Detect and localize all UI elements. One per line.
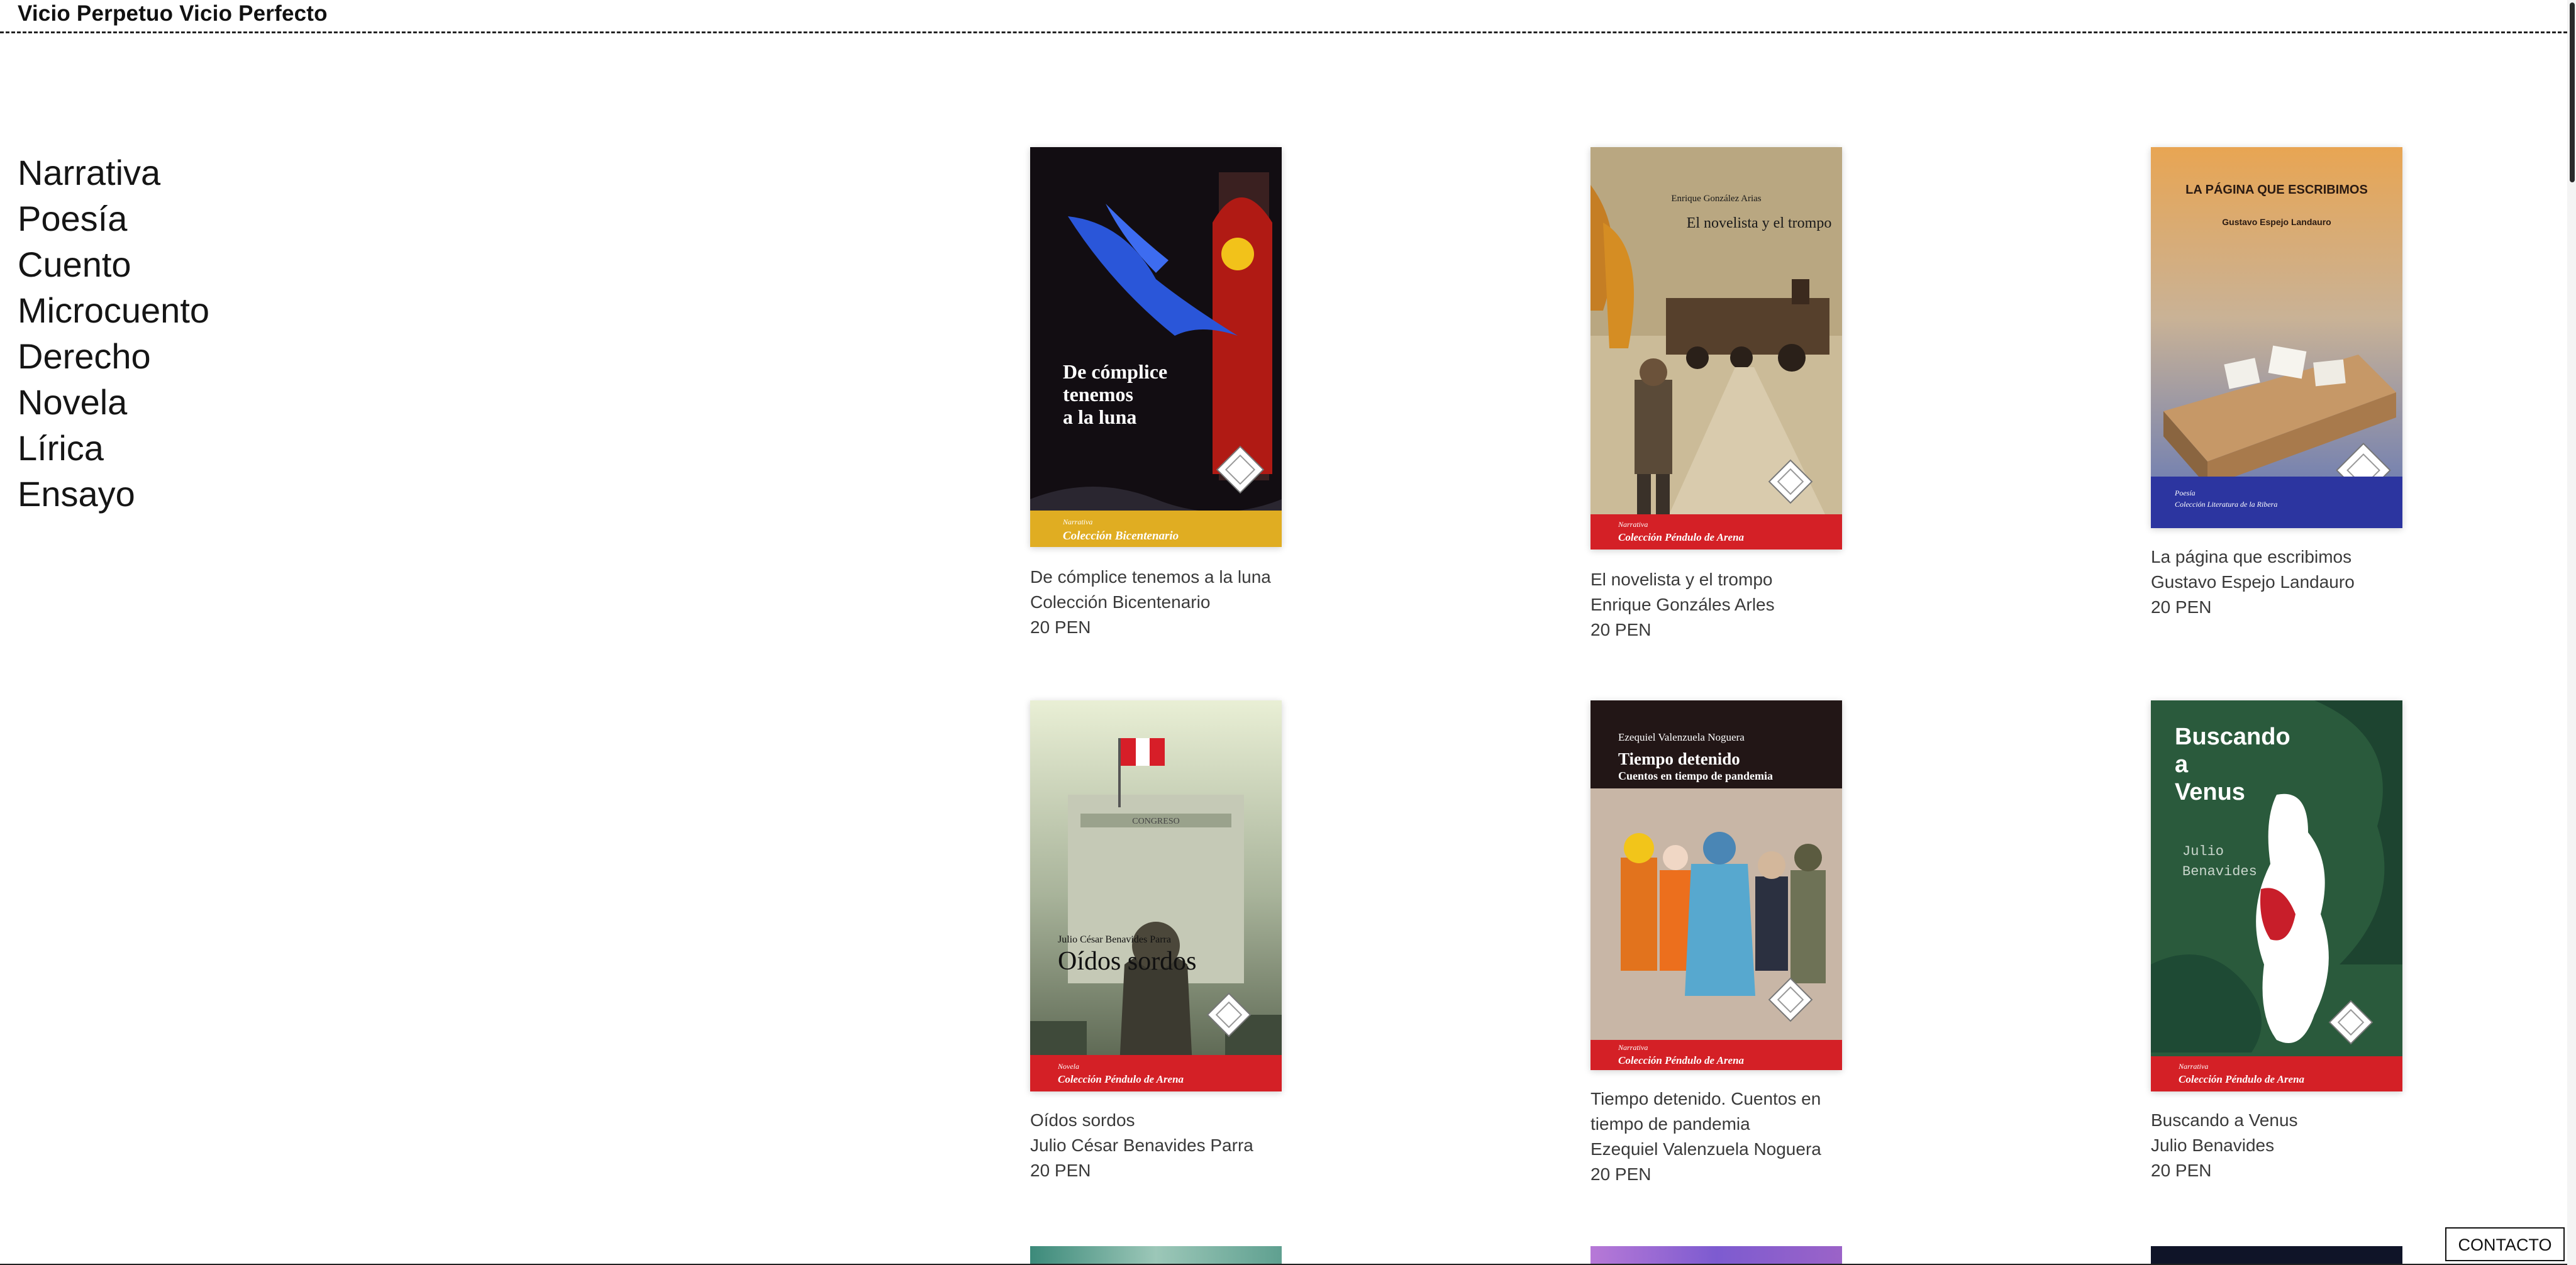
product-price: 20 PEN [1591, 1164, 1652, 1184]
cover-title-text: El novelista y el trompo [1687, 215, 1832, 231]
cover-author-text: Julio César Benavides Parra [1058, 934, 1171, 945]
cover-title-text: tenemos [1063, 383, 1133, 406]
product-price: 20 PEN [2151, 1161, 2212, 1180]
product-price: 20 PEN [1030, 1161, 1091, 1180]
category-poesia[interactable]: Poesía [18, 196, 209, 241]
product-price: 20 PEN [1030, 617, 1091, 637]
category-derecho[interactable]: Derecho [18, 333, 209, 379]
category-ensayo[interactable]: Ensayo [18, 471, 209, 517]
product-title[interactable]: La página que escribimos [2151, 544, 2415, 570]
cover-band-collection: Colección Péndulo de Arena [1618, 1054, 1745, 1066]
book-cover-image[interactable]: Enrique González Arias El novelista y el… [1591, 147, 1842, 550]
product-card[interactable]: Buscando a Venus Julio Benavides Narrati… [2151, 700, 2415, 1191]
cover-band-collection: Colección Péndulo de Arena [1618, 531, 1745, 543]
product-title[interactable]: El novelista y el trompo [1591, 567, 1855, 592]
cover-title-text: Venus [2175, 779, 2245, 805]
product-info: El novelista y el trompo Enrique Gonzále… [1591, 567, 1855, 643]
product-subtitle: Colección Bicentenario [1030, 592, 1211, 612]
cover-title-text: Oídos sordos [1058, 947, 1197, 976]
cover-band-genre: Novela [1057, 1062, 1079, 1071]
product-subtitle: Julio César Benavides Parra [1030, 1135, 1253, 1155]
cover-title-text: De cómplice [1063, 360, 1167, 383]
product-card[interactable]: Ezequiel Valenzuela Noguera Tiempo deten… [1591, 700, 1855, 1191]
product-subtitle: Enrique Gonzáles Arles [1591, 595, 1775, 614]
cover-band-genre: Narrativa [1618, 520, 1648, 529]
cover-band-collection: Colección Péndulo de Arena [1058, 1073, 1184, 1085]
cover-author-text: Ezequiel Valenzuela Noguera [1618, 731, 1745, 743]
cover-author-text: Gustavo Espejo Landauro [2222, 217, 2331, 227]
scrollbar[interactable] [2567, 0, 2576, 1265]
product-card[interactable]: Enrique González Arias El novelista y el… [1591, 147, 1855, 644]
contact-button[interactable]: CONTACTO [2445, 1227, 2565, 1261]
cover-title-text: Tiempo detenido [1618, 749, 1740, 768]
site-title-link[interactable]: Vicio Perpetuo Vicio Perfecto [18, 1, 328, 26]
category-novela[interactable]: Novela [18, 379, 209, 425]
book-cover-image[interactable]: Ezequiel Valenzuela Noguera Tiempo deten… [1591, 700, 1842, 1070]
product-info: De cómplice tenemos a la luna Colección … [1030, 565, 1294, 640]
scrollbar-thumb[interactable] [2570, 3, 2575, 182]
product-title[interactable]: De cómplice tenemos a la luna [1030, 565, 1294, 590]
product-subtitle: Gustavo Espejo Landauro [2151, 572, 2355, 592]
cover-band-genre: Poesía [2174, 489, 2196, 497]
category-cuento[interactable]: Cuento [18, 241, 209, 287]
category-menu: Narrativa Poesía Cuento Microcuento Dere… [18, 150, 209, 517]
cover-sign-text: CONGRESO [1132, 817, 1179, 826]
category-microcuento[interactable]: Microcuento [18, 287, 209, 333]
book-cover-image[interactable] [2151, 1246, 2402, 1265]
product-card[interactable]: LA PÁGINA QUE ESCRIBIMOS Gustavo Espejo … [2151, 147, 2415, 644]
book-cover-image[interactable] [1591, 1246, 1842, 1265]
product-info: Buscando a Venus Julio Benavides 20 PEN [2151, 1108, 2415, 1183]
product-price: 20 PEN [2151, 597, 2212, 617]
product-info: La página que escribimos Gustavo Espejo … [2151, 544, 2415, 620]
cover-title-text: a [2175, 751, 2189, 778]
cover-author-text: Julio [2182, 844, 2224, 859]
product-card[interactable]: CONGRESO Julio César Benavides Parra Oíd… [1030, 700, 1294, 1191]
cover-author-text: Benavides [2182, 864, 2257, 880]
category-narrativa[interactable]: Narrativa [18, 150, 209, 196]
book-cover-image[interactable]: De cómplice tenemos a la luna Narrativa … [1030, 147, 1282, 547]
product-card[interactable]: De cómplice tenemos a la luna Narrativa … [1030, 147, 1294, 644]
cover-author-text: Enrique González Arias [1671, 194, 1761, 204]
product-title[interactable]: Tiempo detenido. Cuentos en tiempo de pa… [1591, 1086, 1855, 1137]
product-info: Tiempo detenido. Cuentos en tiempo de pa… [1591, 1086, 1855, 1187]
product-price: 20 PEN [1591, 620, 1652, 639]
product-subtitle: Julio Benavides [2151, 1135, 2275, 1155]
page: Vicio Perpetuo Vicio Perfecto Narrativa … [0, 0, 2576, 1265]
cover-title-text: Buscando [2175, 724, 2290, 750]
category-lirica[interactable]: Lírica [18, 425, 209, 471]
site-header: Vicio Perpetuo Vicio Perfecto [0, 0, 2567, 33]
cover-subtitle-text: Cuentos en tiempo de pandemia [1618, 770, 1773, 782]
cover-band-genre: Narrativa [1618, 1043, 1648, 1052]
cover-band-genre: Narrativa [1062, 517, 1092, 526]
book-cover-image[interactable]: LA PÁGINA QUE ESCRIBIMOS Gustavo Espejo … [2151, 147, 2402, 528]
cover-band-genre: Narrativa [2178, 1062, 2208, 1071]
cover-band-collection: Colección Bicentenario [1063, 529, 1179, 543]
cover-title-text: a la luna [1063, 406, 1136, 428]
cover-band-collection: Colección Literatura de la Ribera [2175, 500, 2277, 509]
book-cover-image[interactable]: CONGRESO Julio César Benavides Parra Oíd… [1030, 700, 1282, 1091]
book-cover-image[interactable]: Buscando a Venus Julio Benavides Narrati… [2151, 700, 2402, 1091]
cover-band-collection: Colección Péndulo de Arena [2179, 1073, 2305, 1085]
product-title[interactable]: Oídos sordos [1030, 1108, 1294, 1133]
cover-title-text: LA PÁGINA QUE ESCRIBIMOS [2185, 182, 2368, 197]
product-info: Oídos sordos Julio César Benavides Parra… [1030, 1108, 1294, 1183]
product-subtitle: Ezequiel Valenzuela Noguera [1591, 1139, 1821, 1159]
book-cover-image[interactable] [1030, 1246, 1282, 1265]
product-title[interactable]: Buscando a Venus [2151, 1108, 2415, 1133]
